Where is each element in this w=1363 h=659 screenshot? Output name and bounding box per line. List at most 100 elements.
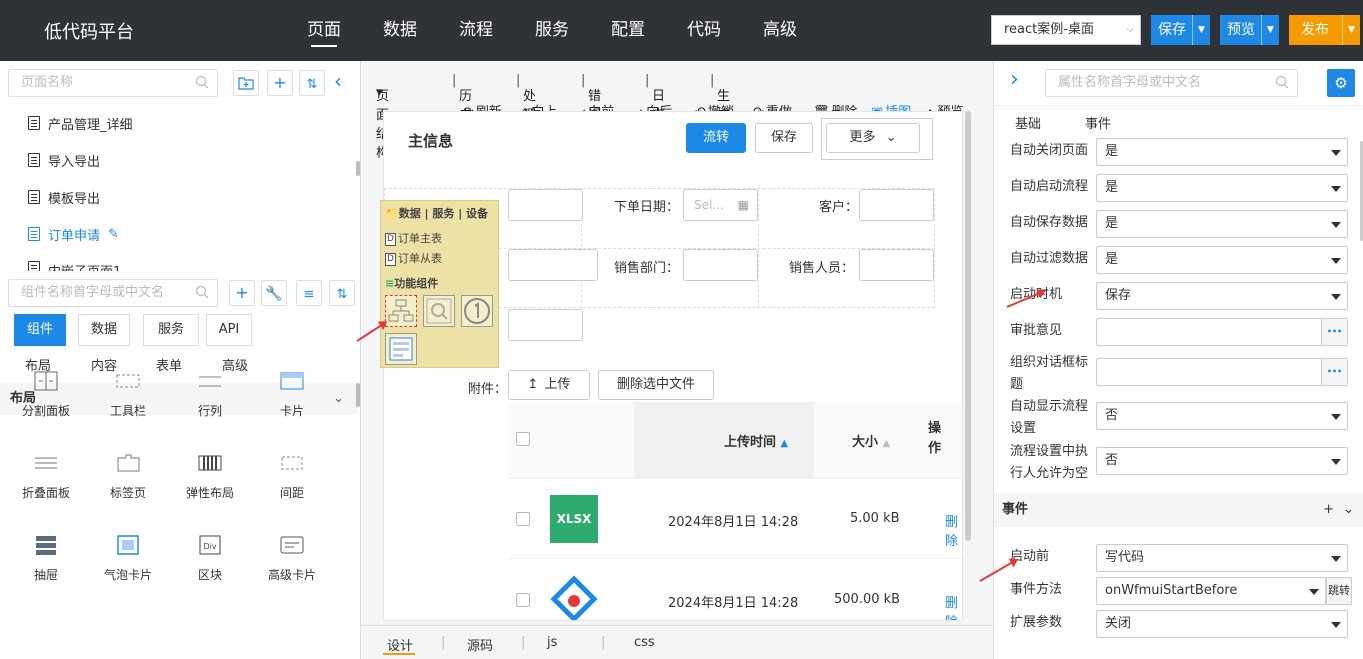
nav-item[interactable]: 服务 [514, 0, 590, 61]
nav-item[interactable]: 高级 [742, 0, 818, 61]
page-item[interactable]: 导入导出 [28, 150, 100, 170]
upload-button[interactable]: ↥ 上传 [508, 370, 590, 400]
row2-input[interactable] [508, 249, 598, 281]
component-item[interactable]: 气泡卡片 [88, 534, 168, 583]
property-value-field[interactable]: 是 [1096, 174, 1348, 202]
plus-icon[interactable]: + [1323, 493, 1334, 527]
publish-button[interactable]: 发布 ▼ [1289, 15, 1360, 45]
canvas-scrollbar[interactable] [965, 111, 971, 541]
page-item[interactable]: 模板导出 [28, 187, 100, 207]
component-item[interactable]: 折叠面板 [6, 452, 86, 501]
search-component-button[interactable] [423, 295, 455, 327]
preview-button[interactable]: 预览 ▼ [1220, 15, 1279, 45]
row-checkbox[interactable] [516, 512, 530, 526]
property-value-field[interactable]: ••• [1096, 358, 1348, 386]
component-item[interactable]: 标签页 [88, 452, 168, 501]
customer-input[interactable] [859, 189, 934, 221]
list-order-button[interactable]: ≡ [296, 280, 322, 306]
component-item[interactable]: 卡片 [252, 370, 332, 419]
settings-button[interactable]: ⚙ [1327, 69, 1355, 97]
component-item[interactable]: 工具栏 [88, 370, 168, 419]
project-select[interactable]: react案例-桌面 ⌵ [991, 15, 1141, 45]
property-value-field[interactable]: 关闭 [1096, 610, 1348, 638]
property-tab[interactable]: 基础 [1015, 113, 1041, 132]
property-value-field[interactable]: 是 [1096, 246, 1348, 274]
expand-right-icon[interactable]: › [1010, 67, 1019, 92]
page-item[interactable]: 订单申请 ✎ [28, 224, 119, 244]
component-scrollbar[interactable] [356, 383, 360, 407]
order-no-input[interactable] [508, 189, 583, 221]
new-folder-button[interactable] [233, 70, 259, 96]
property-value-field[interactable]: 否 [1096, 402, 1348, 430]
flow-button[interactable]: 流转 [686, 123, 746, 153]
more-button[interactable]: 更多 ⌄ [826, 123, 920, 153]
caret-down-icon[interactable]: ▼ [1342, 15, 1360, 45]
select-all-checkbox[interactable] [516, 432, 530, 446]
dept-input[interactable] [683, 249, 758, 281]
col-size[interactable]: 大小 ▲ [852, 431, 890, 450]
layout-component-button[interactable] [385, 295, 417, 327]
delete-selected-button[interactable]: 删除选中文件 [598, 370, 714, 400]
property-value-field[interactable]: 保存 [1096, 282, 1348, 310]
editor-tab[interactable]: js [547, 635, 557, 650]
property-search-input[interactable]: 属性名称首字母或中文名 [1045, 69, 1298, 97]
editor-tab[interactable]: 源码 [467, 635, 493, 654]
property-value-field[interactable]: ••• [1096, 318, 1348, 346]
nav-item[interactable]: 配置 [590, 0, 666, 61]
component-item[interactable]: 行列 [170, 370, 250, 419]
component-tab[interactable]: 组件 [14, 314, 66, 346]
row-delete-link[interactable]: 删除 [945, 511, 962, 549]
property-value-field[interactable]: 是 [1096, 210, 1348, 238]
popup-item[interactable]: D 订单主表 [385, 230, 442, 246]
row3-input[interactable] [508, 309, 583, 341]
nav-item[interactable]: ... [818, 0, 836, 61]
order-date-input[interactable]: Sel... ▦ [683, 189, 758, 221]
popup-item[interactable]: D 订单从表 [385, 250, 442, 266]
add-component-button[interactable]: + [229, 280, 255, 306]
form-component-button[interactable] [385, 333, 417, 365]
component-tab[interactable]: 服务 [143, 314, 199, 346]
component-item[interactable]: 高级卡片 [252, 534, 332, 583]
nav-item[interactable]: 数据 [362, 0, 438, 61]
property-value-field[interactable]: onWfmuiStartBefore [1096, 577, 1326, 605]
nav-item[interactable]: 流程 [438, 0, 514, 61]
chevron-down-icon[interactable]: ⌄ [1343, 493, 1354, 527]
component-item[interactable]: 间距 [252, 452, 332, 501]
component-item[interactable]: Div 区块 [170, 534, 250, 583]
event-section-header[interactable]: 事件 + ⌄ [994, 493, 1363, 527]
component-item[interactable]: 抽屉 [6, 534, 86, 583]
more-dots-icon[interactable]: ••• [1321, 319, 1347, 345]
page-search-input[interactable]: 页面名称 [8, 69, 218, 97]
property-tab[interactable]: 事件 [1085, 113, 1111, 132]
jump-button[interactable]: 跳转 [1326, 577, 1352, 605]
nav-item[interactable]: 页面 [286, 0, 362, 61]
nav-item[interactable]: 代码 [666, 0, 742, 61]
component-item[interactable]: 分割面板 [6, 370, 86, 419]
salesperson-input[interactable] [859, 249, 934, 281]
row-delete-link[interactable]: 删除 [945, 592, 962, 620]
component-tab[interactable]: 数据 [78, 314, 130, 346]
add-page-button[interactable]: + [267, 70, 293, 96]
collapse-left-icon[interactable]: ‹ [334, 71, 342, 91]
wrench-button[interactable]: 🔧 [261, 280, 287, 306]
component-item[interactable]: 弹性布局 [170, 452, 250, 501]
sort-components-button[interactable]: ⇅ [329, 280, 355, 306]
caret-down-icon[interactable]: ▼ [1192, 15, 1210, 45]
sort-pages-button[interactable]: ⇅ [299, 70, 325, 96]
component-tab[interactable]: API [206, 314, 252, 346]
component-search-input[interactable]: 组件名称首字母或中文名 [8, 279, 218, 307]
page-item[interactable]: 产品管理_详细 [28, 113, 133, 133]
row-checkbox[interactable] [516, 593, 530, 607]
page-item[interactable]: 内嵌子页面1 [28, 261, 121, 271]
property-value-field[interactable]: 是 [1096, 138, 1348, 166]
edit-pencil-icon[interactable]: ✎ [108, 227, 119, 242]
property-value-field[interactable]: 否 [1096, 447, 1348, 475]
form-save-button[interactable]: 保存 [755, 123, 813, 153]
more-dots-icon[interactable]: ••• [1321, 359, 1347, 385]
number-component-button[interactable] [461, 295, 493, 327]
save-button[interactable]: 保存 ▼ [1151, 15, 1210, 45]
page-list-scrollbar[interactable] [356, 161, 360, 176]
caret-down-icon[interactable]: ▼ [1261, 15, 1279, 45]
col-upload-time[interactable]: 上传时间 ▲ [724, 431, 788, 450]
property-value-field[interactable]: 写代码 [1096, 544, 1348, 572]
